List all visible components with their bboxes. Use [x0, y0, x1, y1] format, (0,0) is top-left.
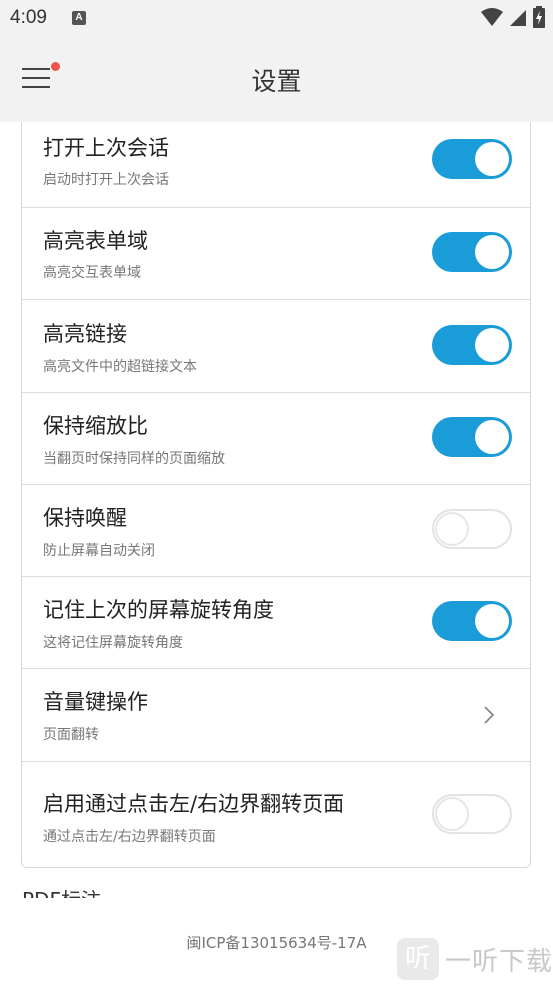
- highlight-forms-toggle[interactable]: [432, 232, 512, 272]
- setting-title: 打开上次会话: [43, 136, 169, 160]
- setting-row-open-last-session[interactable]: 打开上次会话 启动时打开上次会话: [22, 122, 530, 208]
- setting-subtitle: 这将记住屏幕旋转角度: [43, 635, 183, 651]
- watermark-logo-icon: 听: [396, 938, 439, 980]
- setting-title: 启用通过点击左/右边界翻转页面: [43, 792, 345, 816]
- keep-awake-toggle[interactable]: [432, 509, 512, 549]
- wifi-icon: [481, 8, 503, 26]
- notification-app-icon: A: [72, 11, 86, 25]
- setting-subtitle: 页面翻转: [43, 727, 99, 743]
- toggle-knob: [435, 797, 469, 831]
- setting-subtitle: 通过点击左/右边界翻转页面: [43, 829, 216, 845]
- setting-subtitle: 高亮交互表单域: [43, 265, 141, 281]
- section-header-pdf-annotation: PDF标注: [22, 884, 101, 898]
- setting-row-keep-zoom[interactable]: 保持缩放比 当翻页时保持同样的页面缩放: [22, 393, 530, 485]
- setting-subtitle: 高亮文件中的超链接文本: [43, 359, 197, 375]
- status-time: 4:09: [10, 7, 47, 28]
- signal-icon: [510, 10, 526, 26]
- setting-title: 保持唤醒: [43, 506, 127, 530]
- highlight-links-toggle[interactable]: [432, 325, 512, 365]
- toggle-knob: [475, 420, 509, 454]
- setting-row-highlight-forms[interactable]: 高亮表单域 高亮交互表单域: [22, 208, 530, 300]
- setting-row-keep-awake[interactable]: 保持唤醒 防止屏幕自动关闭: [22, 485, 530, 577]
- open-last-session-toggle[interactable]: [432, 139, 512, 179]
- setting-subtitle: 启动时打开上次会话: [43, 172, 169, 188]
- setting-subtitle: 当翻页时保持同样的页面缩放: [43, 451, 225, 467]
- setting-title: 音量键操作: [43, 690, 148, 714]
- toggle-knob: [475, 604, 509, 638]
- toggle-knob: [475, 235, 509, 269]
- battery-icon: [533, 6, 545, 28]
- settings-card: 打开上次会话 启动时打开上次会话 高亮表单域 高亮交互表单域 高亮链接 高亮文件…: [21, 122, 531, 868]
- settings-content[interactable]: 打开上次会话 启动时打开上次会话 高亮表单域 高亮交互表单域 高亮链接 高亮文件…: [0, 122, 553, 898]
- watermark-text: 一听下载: [444, 946, 553, 977]
- tap-edge-flip-toggle[interactable]: [432, 794, 512, 834]
- watermark: 听 一听下载: [396, 938, 553, 980]
- setting-row-highlight-links[interactable]: 高亮链接 高亮文件中的超链接文本: [22, 300, 530, 393]
- toggle-knob: [475, 328, 509, 362]
- setting-row-remember-rotation[interactable]: 记住上次的屏幕旋转角度 这将记住屏幕旋转角度: [22, 577, 530, 669]
- toggle-knob: [435, 512, 469, 546]
- keep-zoom-toggle[interactable]: [432, 417, 512, 457]
- remember-rotation-toggle[interactable]: [432, 601, 512, 641]
- setting-title: 高亮链接: [43, 322, 127, 346]
- setting-title: 高亮表单域: [43, 229, 148, 253]
- footer: 闽ICP备13015634号-17A 听 一听下载: [0, 898, 553, 984]
- status-bar: 4:09 A: [0, 0, 553, 38]
- status-icons: [481, 6, 545, 28]
- setting-subtitle: 防止屏幕自动关闭: [43, 543, 155, 559]
- chevron-right-icon: [484, 706, 495, 724]
- page-title: 设置: [251, 67, 302, 96]
- setting-title: 记住上次的屏幕旋转角度: [43, 598, 274, 622]
- setting-title: 保持缩放比: [43, 414, 148, 438]
- setting-row-tap-edge-flip[interactable]: 启用通过点击左/右边界翻转页面 通过点击左/右边界翻转页面: [22, 762, 530, 869]
- setting-row-volume-keys[interactable]: 音量键操作 页面翻转: [22, 669, 530, 762]
- app-toolbar: 设置: [0, 38, 553, 122]
- toggle-knob: [475, 142, 509, 176]
